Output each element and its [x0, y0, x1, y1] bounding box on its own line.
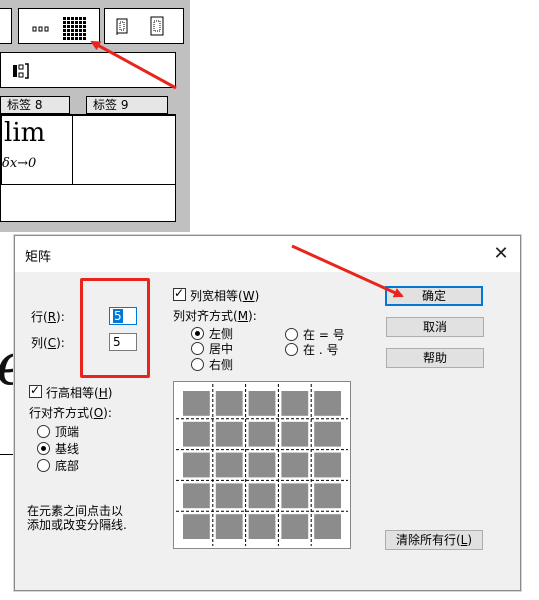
- annotation-arrow-to-ok: [291, 244, 404, 298]
- annotation-arrow-to-palette: [90, 40, 177, 90]
- annotation-arrows: [90, 40, 404, 298]
